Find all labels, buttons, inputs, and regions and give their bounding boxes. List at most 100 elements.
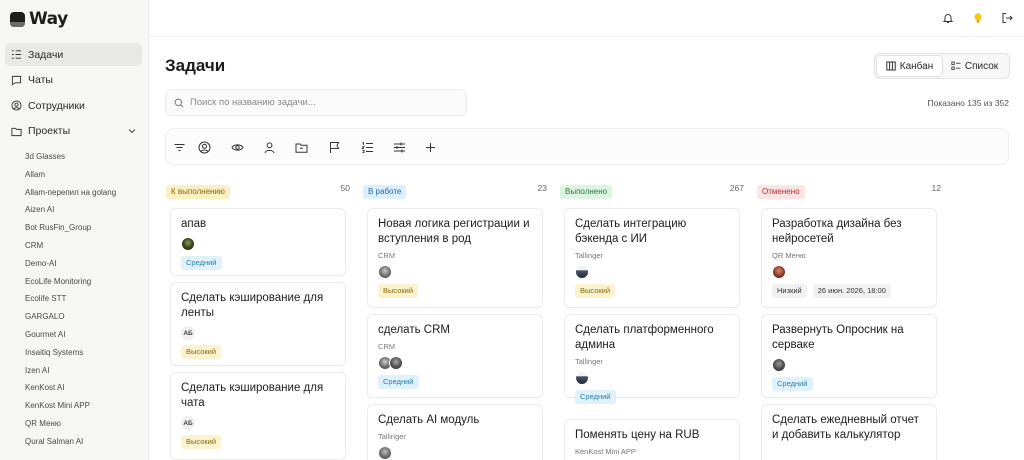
logo-text: Way xyxy=(29,9,68,29)
task-card[interactable]: Развернуть Опросник на серваке Средний xyxy=(761,314,937,398)
logout-icon[interactable] xyxy=(1000,11,1014,25)
project-item[interactable]: Demo-AI xyxy=(25,255,116,273)
eye-icon[interactable] xyxy=(230,140,244,154)
plus-icon[interactable] xyxy=(423,140,437,154)
project-item[interactable]: CRM xyxy=(25,237,116,255)
project-item[interactable]: Allam xyxy=(25,166,116,184)
app-logo[interactable]: Way xyxy=(10,9,68,29)
task-card[interactable]: апав Средний xyxy=(170,208,346,276)
avatar xyxy=(772,358,786,372)
list-label: Список xyxy=(964,60,999,72)
lightbulb-icon[interactable] xyxy=(971,11,985,25)
task-card[interactable]: Поменять цену на RUB KenKost Mini APP xyxy=(564,419,740,460)
user-circle-icon xyxy=(11,100,22,111)
task-project: CRM xyxy=(378,342,396,351)
assignees xyxy=(772,358,926,372)
task-tags: Средний xyxy=(181,256,335,270)
kanban-view-button[interactable]: Канбан xyxy=(877,56,942,76)
column-count: 267 xyxy=(729,183,744,193)
avatar: АБ xyxy=(181,326,195,340)
project-item[interactable]: Izen AI xyxy=(25,362,116,380)
project-item[interactable]: KenKost Mini APP xyxy=(25,397,116,415)
priority-tag: Высокий xyxy=(181,345,222,359)
task-title: Сделать AI модуль xyxy=(378,414,480,426)
avatar xyxy=(378,265,392,279)
sliders-icon[interactable] xyxy=(392,140,406,154)
filter-icon[interactable] xyxy=(172,140,186,154)
project-item[interactable]: Bot RusFin_Group xyxy=(25,219,116,237)
task-title: Сделать кэширование для ленты xyxy=(181,292,324,319)
sidebar-item-tasks[interactable]: Задачи xyxy=(5,43,142,66)
priority-tag: Средний xyxy=(575,390,616,404)
project-item[interactable]: EcoLife Monitoring xyxy=(25,273,116,291)
user-icon[interactable] xyxy=(262,140,276,154)
kanban-column-in-progress: В работе 23 Новая логика регистрации и в… xyxy=(363,181,547,460)
shown-count: Показано 135 из 352 xyxy=(927,98,1009,108)
topbar xyxy=(149,0,1024,37)
column-count: 23 xyxy=(537,183,547,193)
sidebar-item-employees[interactable]: Сотрудники xyxy=(5,94,142,117)
task-project: KenKost Mini APP xyxy=(575,447,636,456)
kanban-column-done: Выполнено 267 Сделать интеграцию бэкенда… xyxy=(560,181,744,460)
task-title: апав xyxy=(181,218,207,230)
folder-icon xyxy=(11,126,22,137)
task-project: QR Меню xyxy=(772,251,806,260)
project-item[interactable]: Allam-перепил на golang xyxy=(25,184,116,202)
column-header: К выполнению 50 xyxy=(166,181,350,199)
project-list: 3d Glasses Allam Allam-перепил на golang… xyxy=(25,148,116,451)
sidebar-nav: Задачи Чаты Сотрудники Проекты xyxy=(5,43,142,145)
flag-icon[interactable] xyxy=(327,140,341,154)
task-card[interactable]: Сделать кэширование для чата АБ Высокий xyxy=(170,372,346,460)
assignees: АБ xyxy=(181,326,335,340)
project-item[interactable]: Ecolife STT xyxy=(25,290,116,308)
avatar xyxy=(575,371,589,385)
sidebar-item-label: Проекты xyxy=(28,125,71,137)
list-ordered-icon[interactable] xyxy=(360,140,374,154)
task-card[interactable]: Сделать кэширование для ленты АБ Высокий xyxy=(170,282,346,366)
project-item[interactable]: 3d Glasses xyxy=(25,148,116,166)
task-project: Tallinger xyxy=(575,251,603,260)
task-project: CRM xyxy=(378,251,396,260)
sidebar-item-projects[interactable]: Проекты xyxy=(5,120,142,143)
sidebar-item-label: Задачи xyxy=(28,48,64,61)
task-tags: Высокий xyxy=(378,284,532,298)
list-view-button[interactable]: Список xyxy=(942,56,1007,76)
task-title: Сделать платформенного админа xyxy=(575,324,714,351)
task-card[interactable]: Сделать ежедневный отчет и добавить каль… xyxy=(761,404,937,460)
user-circle-icon[interactable] xyxy=(197,140,211,154)
project-item[interactable]: KenKost AI xyxy=(25,379,116,397)
task-card[interactable]: Сделать AI модуль Tallinger xyxy=(367,404,543,460)
search-icon xyxy=(174,98,184,107)
task-card[interactable]: Сделать платформенного админа Tallinger … xyxy=(564,314,740,404)
bell-icon[interactable] xyxy=(941,11,955,25)
task-title: Поменять цену на RUB xyxy=(575,429,700,441)
assignees xyxy=(378,265,532,279)
chevron-down-icon[interactable] xyxy=(128,127,136,135)
task-card[interactable]: сделать CRM CRM Средний xyxy=(367,314,543,398)
assignees xyxy=(575,371,729,385)
task-card[interactable]: Сделать интеграцию бэкенда с ИИ Tallinge… xyxy=(564,208,740,308)
project-item[interactable]: Insaitiq Systems xyxy=(25,344,116,362)
project-item[interactable]: GARGALO xyxy=(25,308,116,326)
search-input[interactable] xyxy=(190,97,450,108)
column-status-badge: Выполнено xyxy=(560,185,613,199)
task-title: Новая логика регистрации и вступления в … xyxy=(378,218,530,245)
chat-icon xyxy=(11,75,22,86)
project-item[interactable]: Qural Salman AI xyxy=(25,433,116,451)
task-card[interactable]: Разработка дизайна без нейросетей QR Мен… xyxy=(761,208,937,308)
avatar xyxy=(181,237,195,251)
task-title: Сделать ежедневный отчет и добавить каль… xyxy=(772,414,919,441)
priority-tag: Высокий xyxy=(378,284,419,298)
list-icon xyxy=(951,61,961,70)
column-status-badge: В работе xyxy=(363,185,407,199)
priority-tag: Высокий xyxy=(181,435,222,449)
task-card[interactable]: Новая логика регистрации и вступления в … xyxy=(367,208,543,308)
assignees xyxy=(181,237,335,251)
project-item[interactable]: Gourmet AI xyxy=(25,326,116,344)
project-item[interactable]: Aizen AI xyxy=(25,201,116,219)
task-title: сделать CRM xyxy=(378,324,450,336)
sidebar-item-chats[interactable]: Чаты xyxy=(5,69,142,92)
project-item[interactable]: QR Меню xyxy=(25,415,116,433)
folder-icon[interactable] xyxy=(294,140,308,154)
task-tags: Высокий xyxy=(575,284,729,298)
